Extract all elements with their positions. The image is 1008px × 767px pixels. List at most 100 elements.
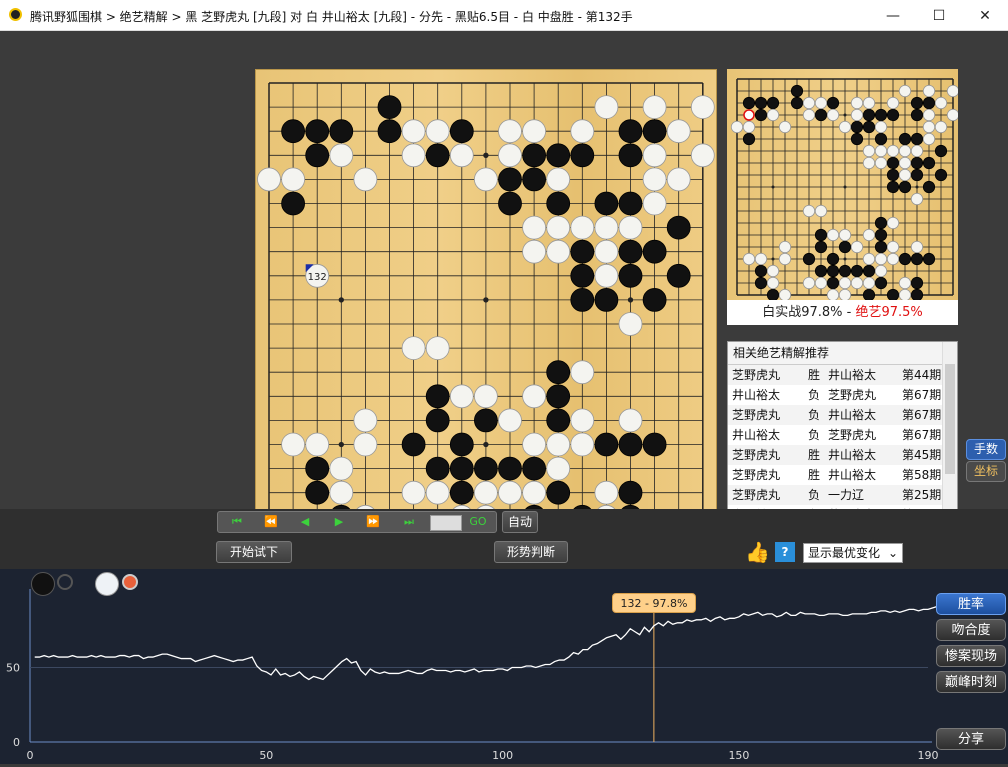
go-board[interactable]: 132 [255,69,717,529]
recommend-rows: 芝野虎丸胜井山裕太 第44期 井山裕太负芝野虎丸 第67期 芝野虎丸负井山裕太 第67期井… [728,365,957,525]
board-canvas[interactable]: 132 [256,70,716,529]
recommend-list-header: 相关绝艺精解推荐 [728,342,957,365]
minimize-button[interactable]: — [870,0,916,31]
black-stone [618,480,643,505]
list-item[interactable]: 芝野虎丸 胜井山裕太 第58期 [728,465,957,485]
next-move-button[interactable]: ▶ [324,514,354,530]
blunder-tab-button[interactable]: 惨案现场 [936,645,1006,667]
white-stone [802,108,816,122]
white-stone [874,120,888,134]
back-10-button[interactable]: ⏪ [256,514,286,530]
black-stone [642,119,667,144]
first-move-button[interactable]: ⏮ [222,514,252,530]
maximize-button[interactable]: ☐ [916,0,962,31]
black-stone [838,264,852,278]
list-item-player-a: 芝野虎丸 [732,408,781,422]
white-stone [594,480,619,505]
list-item[interactable]: 芝野虎丸 胜井山裕太 第44期 [728,365,957,385]
list-scrollbar[interactable] [942,342,957,526]
white-stone [922,120,936,134]
black-stone [814,240,828,254]
list-item-result: 胜 [808,468,821,482]
white-stone [690,95,715,119]
mini-board [727,69,960,302]
white-stone [401,336,426,361]
move-number-input[interactable] [430,515,462,531]
black-stone [886,156,900,170]
black-stone [934,168,948,182]
close-button[interactable]: ✕ [962,0,1008,31]
thumbs-up-icon[interactable]: 👍 [745,541,770,563]
black-stone [281,191,305,216]
white-stone [934,96,948,110]
black-player-icon [31,572,55,596]
black-stone [377,119,402,144]
black-stone [425,456,450,481]
prev-move-button[interactable]: ◀ [290,514,320,530]
white-stone [642,143,667,168]
list-item-player-b: 井山裕太 [828,448,877,462]
white-stone [862,252,876,266]
black-stone [754,96,768,110]
white-stone [546,239,571,264]
peak-moment-tab-button[interactable]: 巅峰时刻 [936,671,1006,693]
match-rate-tab-button[interactable]: 吻合度 [936,619,1006,641]
black-stone [425,143,450,168]
star-point [843,185,847,189]
ai-preview-panel: 白实战97.8% - 绝艺97.5% [727,69,960,325]
winrate-chart[interactable]: 0 50 100 150 190 0 50 [0,569,1008,764]
list-item[interactable]: 井山裕太 负芝野虎丸 第67期 [728,425,957,445]
white-stone [666,167,691,192]
black-stone [425,408,450,433]
list-item-player-b: 井山裕太 [828,468,877,482]
white-stone [498,143,522,168]
black-stone [826,276,840,290]
judge-button[interactable]: 形势判断 [494,541,568,563]
list-item[interactable]: 芝野虎丸 胜井山裕太 第45期 [728,445,957,465]
black-stone [305,143,330,168]
coordinate-toggle[interactable]: 坐标 [966,461,1006,482]
scrollbar-thumb[interactable] [945,364,955,474]
help-icon[interactable]: ? [775,542,795,562]
list-item-player-b: 芝野虎丸 [828,428,877,442]
black-stone [898,132,912,146]
black-stone [522,143,547,168]
forward-10-button[interactable]: ⏩ [358,514,388,530]
winrate-tab-button[interactable]: 胜率 [936,593,1006,615]
white-stone [570,215,595,240]
white-stone [898,288,912,302]
last-move-button[interactable]: ⏭ [394,514,424,530]
black-stone [862,108,876,122]
white-stone [946,108,960,122]
star-point [627,297,634,303]
black-stone [802,252,816,266]
black-stone [850,264,864,278]
white-stone [522,215,547,240]
list-item[interactable]: 芝野虎丸 负井山裕太 第67期 [728,405,957,425]
black-stone [305,456,330,481]
list-item[interactable]: 井山裕太 负芝野虎丸 第67期 [728,385,957,405]
auto-play-button[interactable]: 自动 [502,511,538,533]
black-stone [522,456,547,481]
white-stone [522,432,547,457]
variation-select[interactable]: 显示最优变化 ⌄ [803,543,903,563]
white-stone [862,96,876,110]
white-stone [594,215,619,240]
white-stone [353,408,378,433]
list-item-player-b: 一力辽 [828,488,865,502]
black-stone [742,96,756,110]
star-point [483,152,489,158]
white-stone [546,456,571,481]
share-button[interactable]: 分享 [936,728,1006,750]
black-stone [862,120,876,134]
black-stone [570,239,595,264]
list-item[interactable]: 芝野虎丸 负一力辽 第25期 [728,485,957,505]
list-item-result: 负 [808,408,821,422]
list-item-issue: 第67期 [902,408,942,422]
move-number-toggle[interactable]: 手数 [966,439,1006,460]
go-button[interactable]: GO [466,514,490,530]
try-play-button[interactable]: 开始试下 [216,541,292,563]
white-stone [886,240,900,254]
black-stone [329,119,354,144]
black-stone [910,96,924,110]
